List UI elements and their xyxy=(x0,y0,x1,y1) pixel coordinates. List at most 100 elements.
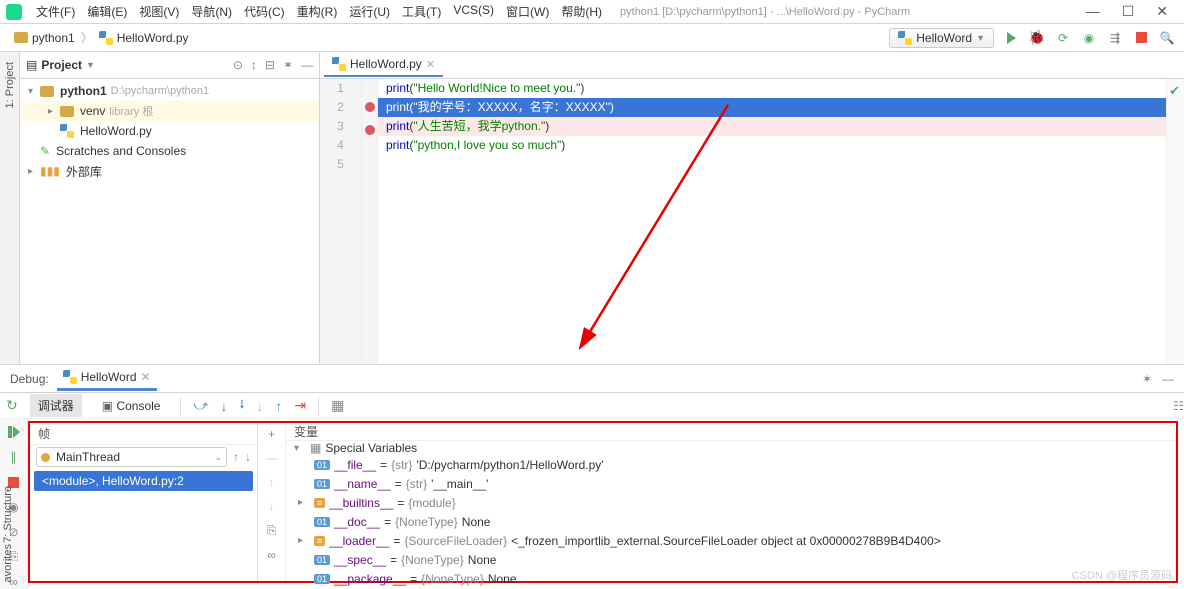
special-vars-group[interactable]: ▾ ▦ Special Variables xyxy=(286,441,1176,455)
editor-tab-label: HelloWord.py xyxy=(350,57,422,71)
down-button[interactable]: ↓ xyxy=(269,499,275,513)
minimize-button[interactable]: — xyxy=(1086,3,1100,20)
run-config-selector[interactable]: HelloWord ▼ xyxy=(889,28,994,48)
select-opened-button[interactable]: ⊙ xyxy=(233,58,243,72)
pause-button[interactable]: ∥ xyxy=(6,450,22,465)
menu-item[interactable]: 视图(V) xyxy=(133,1,185,22)
tree-row[interactable]: HelloWord.py xyxy=(20,121,319,141)
tree-row[interactable]: ▸venvlibrary 根 xyxy=(20,101,319,121)
code-line[interactable] xyxy=(378,155,1166,174)
code-line[interactable]: print("Hello World!Nice to meet you.") xyxy=(378,79,1166,98)
add-watch-button[interactable]: + xyxy=(268,427,275,441)
menu-item[interactable]: 帮助(H) xyxy=(555,1,608,22)
step-over-button[interactable]: ⤻ xyxy=(193,397,208,414)
remove-button[interactable]: — xyxy=(266,451,278,465)
menu-item[interactable]: 窗口(W) xyxy=(500,1,555,22)
coverage-button[interactable]: ⟳ xyxy=(1054,29,1072,47)
show-button[interactable]: ∞ xyxy=(267,548,276,562)
editor-marker-bar[interactable]: ✔ xyxy=(1166,79,1184,364)
thread-selector[interactable]: MainThread ⌄ xyxy=(36,447,227,467)
debug-tab[interactable]: HelloWord ✕ xyxy=(57,366,157,391)
menu-item[interactable]: 运行(U) xyxy=(343,1,396,22)
menu-item[interactable]: 编辑(E) xyxy=(81,1,133,22)
close-tab-button[interactable]: ✕ xyxy=(141,370,151,384)
profile-button[interactable]: ◉ xyxy=(1080,29,1098,47)
variable-row[interactable]: 01 __file__ = {str} 'D:/pycharm/python1/… xyxy=(286,455,1176,474)
var-type-badge: 01 xyxy=(314,479,330,489)
var-type-badge: 01 xyxy=(314,555,330,565)
chevron-down-icon: ▼ xyxy=(976,33,985,43)
scratch-icon: ✎ xyxy=(40,144,50,158)
settings-button[interactable]: ✶ xyxy=(283,58,293,72)
frame-item[interactable]: <module>, HelloWord.py:2 xyxy=(34,471,253,491)
menu-item[interactable]: VCS(S) xyxy=(447,1,500,22)
tab-favorites[interactable]: avorites xyxy=(0,538,16,589)
collapse-button[interactable]: ⊟ xyxy=(265,58,275,72)
debug-button[interactable]: 🐞 xyxy=(1028,29,1046,47)
variable-row[interactable]: ▸≡ __builtins__ = {module} xyxy=(286,493,1176,512)
search-button[interactable]: 🔍 xyxy=(1158,29,1176,47)
code-line[interactable]: print("我的学号：XXXXX，名字：XXXXX") xyxy=(378,98,1166,117)
code-line[interactable]: print("python,I love you so much") xyxy=(378,136,1166,155)
code-area[interactable]: 12345 print("Hello World!Nice to meet yo… xyxy=(320,79,1184,364)
maximize-button[interactable]: ☐ xyxy=(1122,3,1135,20)
variable-row[interactable]: 01 __package__ = {NoneType} None xyxy=(286,569,1176,588)
step-into-my-button[interactable]: ⭭ xyxy=(239,394,244,418)
breadcrumb-item[interactable]: HelloWord.py xyxy=(93,31,195,45)
menu-item[interactable]: 代码(C) xyxy=(238,1,291,22)
close-button[interactable]: ✕ xyxy=(1156,3,1168,20)
breakpoint-icon[interactable] xyxy=(365,102,375,112)
close-tab-button[interactable]: ✕ xyxy=(426,58,435,71)
rerun-button[interactable]: ↻ xyxy=(6,397,18,414)
variable-row[interactable]: 01 __spec__ = {NoneType} None xyxy=(286,550,1176,569)
frames-panel: 帧 MainThread ⌄ ↑ ↓ <module>, HelloWord.p… xyxy=(30,423,258,581)
debug-settings-button[interactable]: ✶ xyxy=(1142,372,1152,386)
menu-item[interactable]: 文件(F) xyxy=(30,1,81,22)
tree-row[interactable]: ✎Scratches and Consoles xyxy=(20,141,319,161)
menu-item[interactable]: 导航(N) xyxy=(185,1,238,22)
menu-item[interactable]: 重构(R) xyxy=(291,1,344,22)
copy-button[interactable]: ⎘ xyxy=(267,523,277,538)
menubar: 文件(F)编辑(E)视图(V)导航(N)代码(C)重构(R)运行(U)工具(T)… xyxy=(0,0,1184,24)
code-line[interactable]: print("人生苦短，我学python.") xyxy=(378,117,1166,136)
breadcrumb-label: python1 xyxy=(32,31,75,45)
step-out-button[interactable]: ↑ xyxy=(275,398,282,414)
expand-button[interactable]: ↕ xyxy=(251,58,257,72)
var-type-badge: 01 xyxy=(314,574,330,584)
variable-row[interactable]: ▸≡ __loader__ = {SourceFileLoader} <_fro… xyxy=(286,531,1176,550)
debug-tab-label: HelloWord xyxy=(81,370,137,384)
resume-button[interactable] xyxy=(6,425,22,440)
folder-icon xyxy=(40,86,54,97)
inspection-ok-icon: ✔ xyxy=(1169,83,1180,99)
prev-frame-button[interactable]: ↑ xyxy=(233,450,239,464)
run-button[interactable] xyxy=(1002,29,1020,47)
console-tab[interactable]: ▣ Console xyxy=(94,396,169,416)
layout-button[interactable]: ☷ xyxy=(1173,399,1184,413)
breakpoint-icon[interactable] xyxy=(365,125,375,135)
step-into-button[interactable]: ↓ xyxy=(220,398,227,414)
variable-row[interactable]: 01 __doc__ = {NoneType} None xyxy=(286,512,1176,531)
chevron-down-icon[interactable]: ▼ xyxy=(86,60,95,70)
var-type-badge: ≡ xyxy=(314,498,325,508)
tree-row[interactable]: ▸▮▮▮外部库 xyxy=(20,161,319,181)
evaluate-button[interactable]: ▦ xyxy=(331,397,344,414)
tree-row[interactable]: ▾python1D:\pycharm\python1 xyxy=(20,81,319,101)
frames-header: 帧 xyxy=(30,423,257,445)
python-icon xyxy=(63,370,77,384)
breadcrumb-item[interactable]: python1 xyxy=(8,31,81,45)
variable-row[interactable]: 01 __name__ = {str} '__main__' xyxy=(286,474,1176,493)
tab-project[interactable]: 1: Project xyxy=(2,56,18,114)
run-to-cursor-button[interactable]: ⇥ xyxy=(294,397,306,414)
next-frame-button[interactable]: ↓ xyxy=(245,450,251,464)
breadcrumb-label: HelloWord.py xyxy=(117,31,189,45)
editor-tab[interactable]: HelloWord.py ✕ xyxy=(324,53,443,77)
pycharm-icon xyxy=(6,4,22,20)
attach-button[interactable]: ⇶ xyxy=(1106,29,1124,47)
hide-button[interactable]: — xyxy=(301,58,313,72)
up-button[interactable]: ↑ xyxy=(269,475,275,489)
force-step-button[interactable]: ↓ xyxy=(256,398,263,414)
debug-hide-button[interactable]: — xyxy=(1162,372,1174,386)
menu-item[interactable]: 工具(T) xyxy=(396,1,447,22)
stop-button[interactable] xyxy=(1132,29,1150,47)
debugger-tab[interactable]: 调试器 xyxy=(30,394,82,417)
